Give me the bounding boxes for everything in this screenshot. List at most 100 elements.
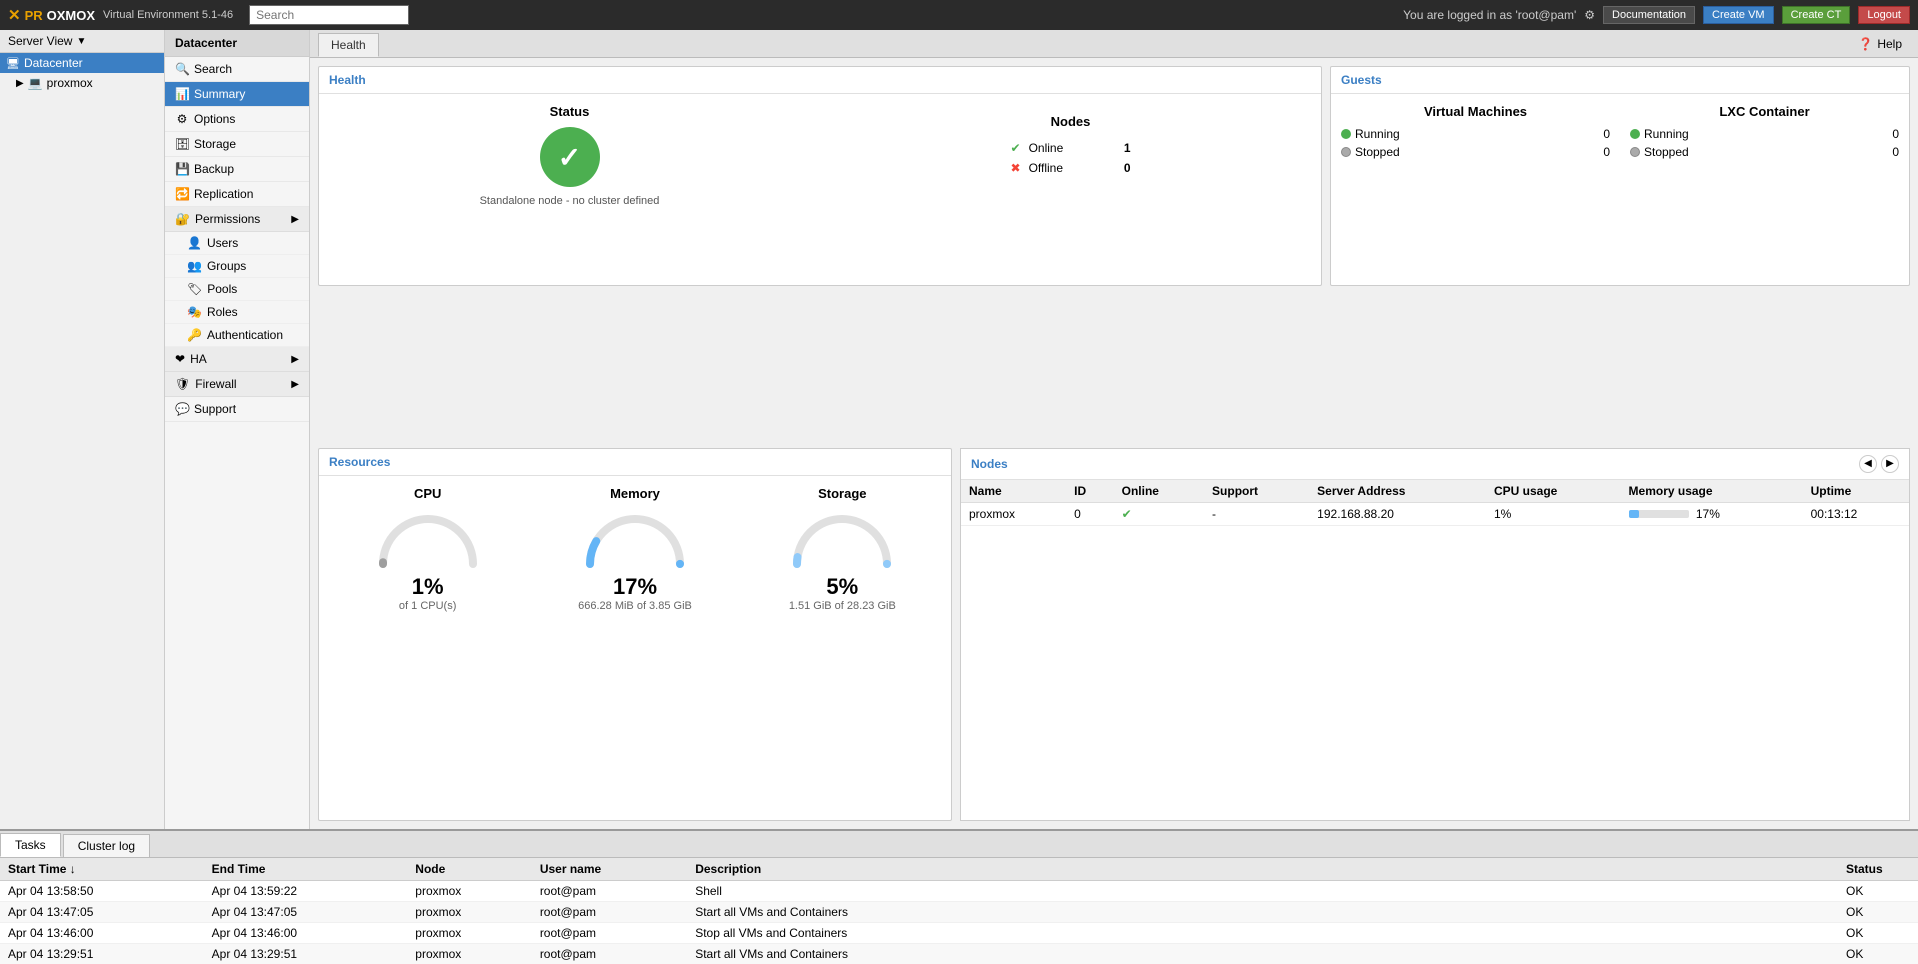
storage-value: 5% [826,574,858,600]
tasks-header-row: Start Time ↓ End Time Node User name Des… [0,858,1918,881]
col-uptime[interactable]: Uptime [1803,480,1909,503]
offline-count: 0 [1124,161,1131,175]
menu-item-users[interactable]: 👤 Users [165,232,309,255]
menu-item-search[interactable]: 🔍 Search [165,57,309,82]
logout-button[interactable]: Logout [1858,6,1910,24]
col-online[interactable]: Online [1114,480,1204,503]
menu-item-ha[interactable]: ❤ HA ▶ [165,347,309,372]
list-item[interactable]: Apr 04 13:46:00 Apr 04 13:46:00 proxmox … [0,923,1918,944]
offline-row: ✖ Offline 0 [1011,161,1131,175]
documentation-button[interactable]: Documentation [1603,6,1695,24]
vm-running-row: Running 0 [1341,127,1610,141]
menu-item-storage[interactable]: 🗄 Storage [165,132,309,157]
menu-item-support[interactable]: 💬 Support [165,397,309,422]
col-id[interactable]: ID [1066,480,1113,503]
col-username[interactable]: User name [532,858,687,881]
ha-icon: ❤ [175,352,185,366]
lxc-running-text: Running [1644,127,1689,141]
datacenter-label: Datacenter [24,56,83,70]
col-memory[interactable]: Memory usage [1621,480,1803,503]
task-desc: Start all VMs and Containers [687,902,1838,923]
guests-title: Guests [1331,67,1909,94]
settings-icon[interactable] [1584,8,1595,22]
col-end-time[interactable]: End Time [204,858,408,881]
col-cpu[interactable]: CPU usage [1486,480,1621,503]
users-label: Users [207,236,238,250]
replication-label: Replication [194,187,253,201]
lxc-stopped-label: Stopped [1630,145,1689,159]
node-icon: 💻 [28,76,43,90]
storage-resource: Storage 5% 1.51 GiB of 28.23 GiB [744,486,941,612]
menu-item-firewall[interactable]: 🛡 Firewall ▶ [165,372,309,397]
search-input[interactable] [249,5,409,25]
sidebar-item-proxmox[interactable]: ▶ 💻 proxmox [0,73,164,93]
cell-memory: 17% [1621,502,1803,525]
create-ct-button[interactable]: Create CT [1782,6,1851,24]
vm-stopped-dot [1341,147,1351,157]
task-end: Apr 04 13:29:51 [204,944,408,964]
col-support[interactable]: Support [1204,480,1309,503]
groups-icon: 👥 [187,259,202,273]
list-item[interactable]: Apr 04 13:47:05 Apr 04 13:47:05 proxmox … [0,902,1918,923]
col-node[interactable]: Node [407,858,532,881]
lxc-stopped-text: Stopped [1644,145,1689,159]
cpu-gauge [373,509,483,569]
task-start: Apr 04 13:47:05 [0,902,204,923]
menu-item-pools[interactable]: 🏷 Pools [165,278,309,301]
vm-stopped-row: Stopped 0 [1341,145,1610,159]
menu-item-authentication[interactable]: 🔑 Authentication [165,324,309,347]
nodes-status-title: Nodes [1051,114,1091,129]
col-description[interactable]: Description [687,858,1838,881]
menu-item-groups[interactable]: 👥 Groups [165,255,309,278]
list-item[interactable]: Apr 04 13:29:51 Apr 04 13:29:51 proxmox … [0,944,1918,964]
col-name[interactable]: Name [961,480,1066,503]
col-status[interactable]: Status [1838,858,1918,881]
tab-cluster-log[interactable]: Cluster log [63,834,150,857]
ha-label: HA [190,352,207,366]
firewall-icon: 🛡 [175,377,190,391]
task-status: OK [1838,881,1918,902]
lxc-stopped-count: 0 [1892,145,1899,159]
tasks-table-body: Apr 04 13:58:50 Apr 04 13:59:22 proxmox … [0,881,1918,964]
status-check-circle: ✓ [540,127,600,187]
roles-icon: 🎭 [187,305,202,319]
menu-item-permissions[interactable]: 🔐 Permissions ▶ [165,207,309,232]
auth-icon: 🔑 [187,328,202,342]
firewall-expand: ▶ [291,379,299,390]
guests-grid: Virtual Machines Running 0 [1331,94,1909,173]
vm-section: Virtual Machines Running 0 [1341,104,1610,163]
create-vm-button[interactable]: Create VM [1703,6,1774,24]
menu-item-summary[interactable]: 📊 Summary [165,82,309,107]
summary-icon: 📊 [175,87,189,101]
sidebar-item-datacenter[interactable]: 🖥 Datacenter [0,53,164,73]
auth-label: Authentication [207,328,283,342]
vm-stopped-label: Stopped [1341,145,1400,159]
logo-omox: OXMOX [47,8,95,23]
nodes-nav-next[interactable]: ▶ [1881,455,1899,473]
tab-tasks[interactable]: Tasks [0,833,61,857]
menu-item-options[interactable]: ⚙ Options [165,107,309,132]
nodes-nav-prev[interactable]: ◀ [1859,455,1877,473]
col-server-addr[interactable]: Server Address [1309,480,1486,503]
storage-gauge [787,509,897,569]
cell-uptime: 00:13:12 [1803,502,1909,525]
list-item[interactable]: Apr 04 13:58:50 Apr 04 13:59:22 proxmox … [0,881,1918,902]
col-start-time[interactable]: Start Time ↓ [0,858,204,881]
online-count: 1 [1124,141,1131,155]
memory-sub: 666.28 MiB of 3.85 GiB [578,600,692,612]
menu-item-backup[interactable]: 💾 Backup [165,157,309,182]
menu-item-replication[interactable]: 🔁 Replication [165,182,309,207]
topbar-right: You are logged in as 'root@pam' Document… [1403,6,1910,24]
offline-dot: ✖ [1011,161,1021,175]
online-label: Online [1029,141,1116,155]
task-status: OK [1838,923,1918,944]
logo-proxmox: PR [25,8,43,23]
cpu-resource: CPU 1% of 1 CPU(s) [329,486,526,612]
tab-health[interactable]: Health [318,33,379,57]
menu-item-roles[interactable]: 🎭 Roles [165,301,309,324]
table-row[interactable]: proxmox 0 ✔ - 192.168.88.20 1% 17% 00:13… [961,502,1909,525]
summary-label: Summary [194,87,245,101]
task-user: root@pam [532,902,687,923]
memory-gauge [580,509,690,569]
content-tabs: Health ❓ Help [310,30,1918,58]
